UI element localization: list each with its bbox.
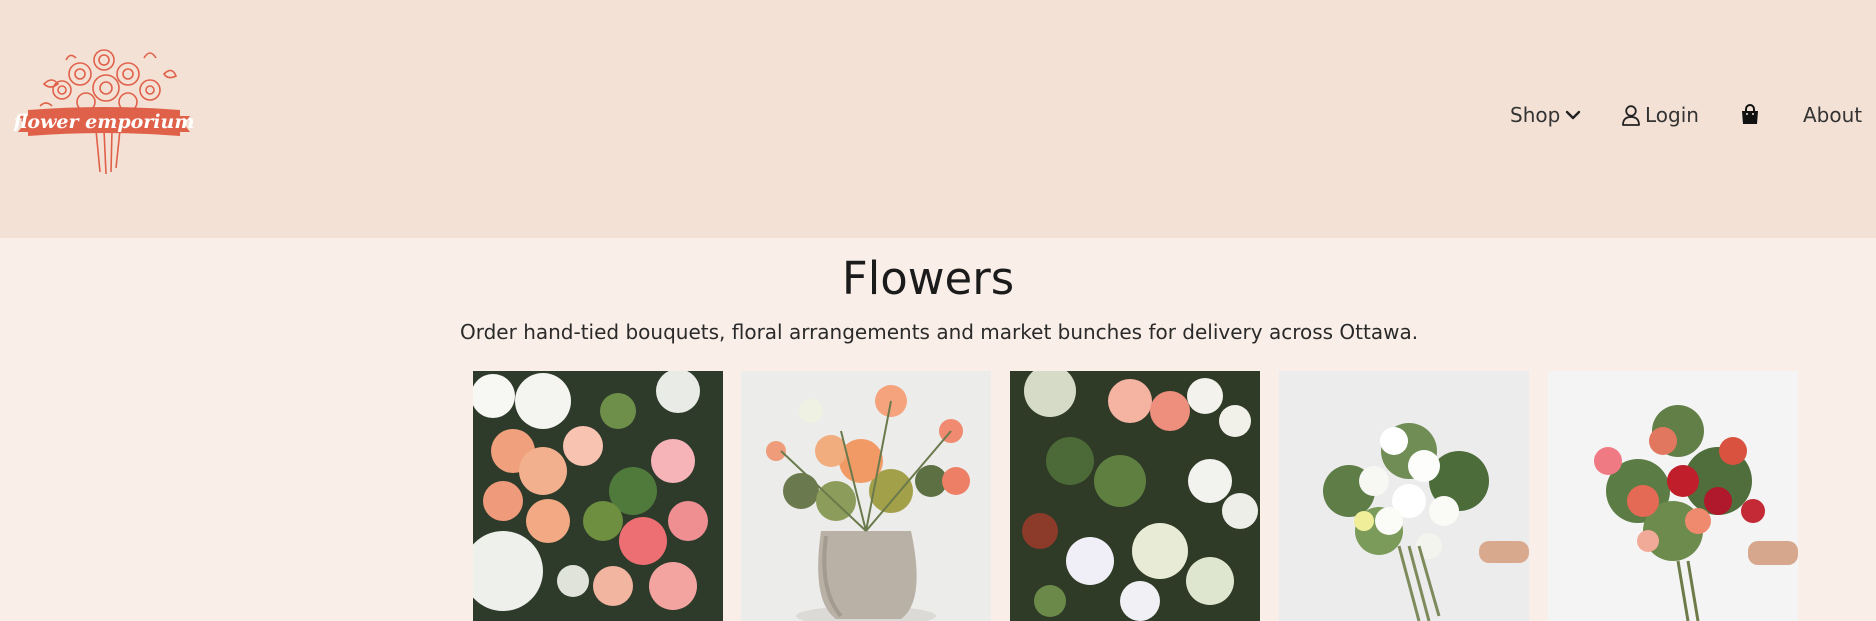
product-card[interactable] xyxy=(1279,371,1529,621)
product-card[interactable] xyxy=(1010,371,1260,621)
chevron-down-icon xyxy=(1565,107,1581,123)
main-content: Flowers Order hand-tied bouquets, floral… xyxy=(0,238,1876,621)
page-subtitle: Order hand-tied bouquets, floral arrange… xyxy=(460,320,1419,344)
nav-shop-dropdown[interactable]: Shop xyxy=(1510,100,1581,130)
product-image xyxy=(473,371,723,621)
shopping-bag-button[interactable] xyxy=(1740,100,1760,130)
product-image xyxy=(741,371,991,621)
product-image xyxy=(1279,371,1529,621)
nav-shop-label: Shop xyxy=(1510,103,1561,127)
logo-graphic: flower emporium xyxy=(14,49,194,175)
shopping-bag-icon xyxy=(1740,104,1760,126)
product-card[interactable] xyxy=(741,371,991,621)
user-icon xyxy=(1621,104,1641,126)
site-header: flower emporium Shop Login About xyxy=(0,0,1876,238)
nav-about-label: About xyxy=(1803,103,1863,127)
product-image xyxy=(1010,371,1260,621)
nav-login-link[interactable]: Login xyxy=(1621,100,1699,130)
product-gallery xyxy=(473,371,1803,621)
nav-about-link[interactable]: About xyxy=(1803,100,1862,130)
nav-login-label: Login xyxy=(1645,103,1699,127)
page-title: Flowers xyxy=(841,252,1015,305)
product-image xyxy=(1548,371,1798,621)
product-card[interactable] xyxy=(1548,371,1798,621)
logo-text: flower emporium xyxy=(14,111,194,133)
product-card[interactable] xyxy=(473,371,723,621)
flower-emporium-logo[interactable]: flower emporium xyxy=(14,44,194,178)
